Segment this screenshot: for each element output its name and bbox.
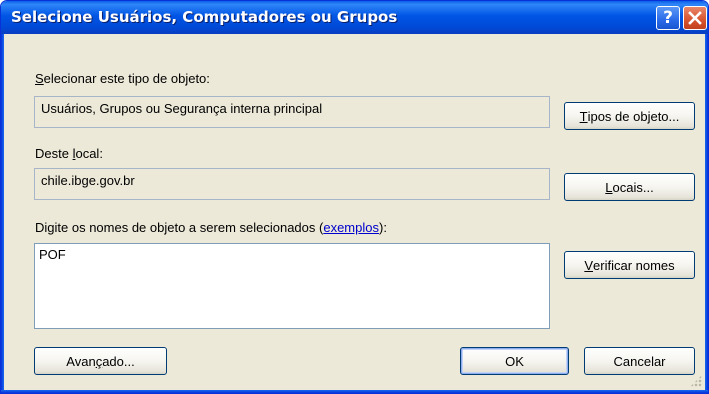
object-names-input[interactable]: POF (34, 243, 550, 329)
location-field: chile.ibge.gov.br (34, 168, 550, 200)
cancel-button[interactable]: Cancelar (584, 347, 695, 375)
window-frame-left (1, 34, 4, 393)
object-type-label: Selecionar este tipo de objeto: (35, 71, 210, 86)
window-frame-bottom (1, 390, 708, 393)
object-names-value: POF (39, 247, 66, 262)
check-names-button[interactable]: Verificar nomes (564, 251, 695, 279)
examples-link[interactable]: exemplos (323, 220, 379, 235)
dialog-window: Selecione Usuários, Computadores ou Grup… (0, 0, 709, 394)
object-type-field: Usuários, Grupos ou Segurança interna pr… (34, 96, 550, 128)
title-bar[interactable]: Selecione Usuários, Computadores ou Grup… (1, 1, 708, 34)
object-names-label: Digite os nomes de objeto a serem seleci… (35, 220, 387, 235)
locations-button[interactable]: Locais... (564, 173, 695, 201)
window-frame-right (705, 34, 708, 393)
location-value: chile.ibge.gov.br (41, 173, 135, 188)
help-icon: ? (663, 7, 673, 28)
object-types-button[interactable]: Tipos de objeto... (564, 102, 695, 130)
resize-grip-icon[interactable] (690, 375, 702, 387)
window-title: Selecione Usuários, Computadores ou Grup… (11, 8, 398, 26)
location-label: Deste local: (35, 146, 103, 161)
close-icon (688, 11, 702, 25)
advanced-button[interactable]: Avan ç ado... (34, 347, 167, 375)
ok-button[interactable]: OK (460, 347, 569, 375)
close-button[interactable] (683, 6, 707, 30)
object-type-value: Usuários, Grupos ou Segurança interna pr… (41, 101, 323, 116)
help-button[interactable]: ? (656, 6, 680, 30)
